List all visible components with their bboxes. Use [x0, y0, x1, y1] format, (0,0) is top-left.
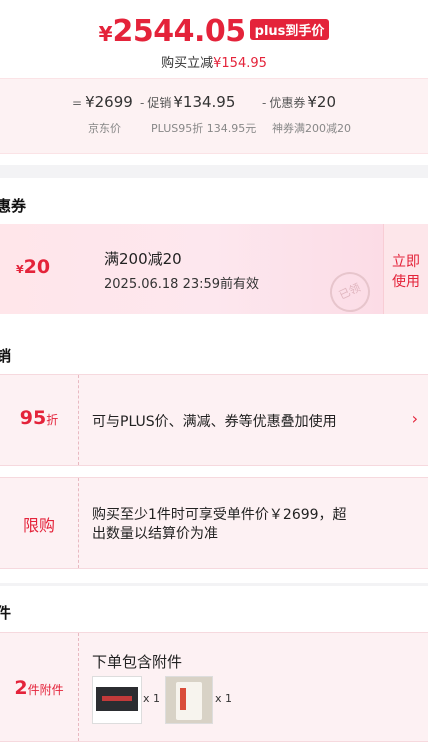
buy-reduce-row: 购买立减¥154.95	[0, 52, 428, 71]
purchase-limit-label: 限购	[22, 516, 55, 535]
accessory-image-1[interactable]	[92, 676, 142, 724]
breakdown-jd-price: = ¥2699	[72, 93, 133, 111]
accessory-row: 2件附件 下单包含附件	[0, 632, 428, 742]
breakdown-coupon: - 优惠券 ¥20	[262, 93, 336, 111]
coupon-amount: ¥20	[16, 256, 51, 278]
chevron-right-icon[interactable]: ›	[412, 409, 418, 428]
accessory-count: 2件附件	[14, 677, 64, 699]
accessory-desc: 下单包含附件	[92, 653, 183, 671]
plus-discount-row[interactable]: 95折 可与PLUS价、满减、券等优惠叠加使用 ›	[0, 374, 428, 466]
coupon-condition: 满200减20	[104, 250, 182, 268]
buy-reduce-label: 购买立减	[161, 56, 214, 71]
plus-discount-desc: 可与PLUS价、满减、券等优惠叠加使用	[92, 414, 337, 430]
purchase-limit-desc: 购买至少1件时可享受单件价￥2699，超 出数量以结算价为准	[92, 507, 347, 542]
use-coupon-button[interactable]: 立即 使用	[383, 224, 428, 314]
plus-discount-value: 95折	[19, 407, 59, 429]
coupon-section-title: 惠券	[0, 197, 27, 215]
breakdown-promo-sub: PLUS95折 134.95元	[151, 122, 257, 135]
breakdown-jd-price-sub: 京东价	[88, 122, 121, 135]
breakdown-coupon-sub: 神券满200减20	[272, 122, 351, 135]
accessory-qty-2: x 1	[215, 692, 233, 705]
coupon-valid-date: 2025.06.18 23:59前有效	[104, 277, 260, 292]
breakdown-promo: - 促销 ¥134.95	[140, 93, 236, 111]
accessory-qty-1: x 1	[143, 692, 161, 705]
final-price: ¥2544.05 plus到手价	[0, 14, 428, 54]
buy-reduce-value: ¥154.95	[213, 56, 267, 71]
price-value: 2544.05	[112, 14, 247, 49]
purchase-limit-row: 限购 购买至少1件时可享受单件价￥2699，超 出数量以结算价为准	[0, 477, 428, 569]
accessory-section-title: 件	[0, 604, 12, 622]
accessory-image-2[interactable]	[165, 676, 213, 724]
currency-symbol: ¥	[98, 22, 113, 46]
plus-price-badge: plus到手价	[249, 19, 330, 40]
price-breakdown: = ¥2699 京东价 - 促销 ¥134.95 PLUS95折 134.95元 -优…	[0, 78, 428, 154]
promo-section-title: 销	[0, 347, 12, 365]
